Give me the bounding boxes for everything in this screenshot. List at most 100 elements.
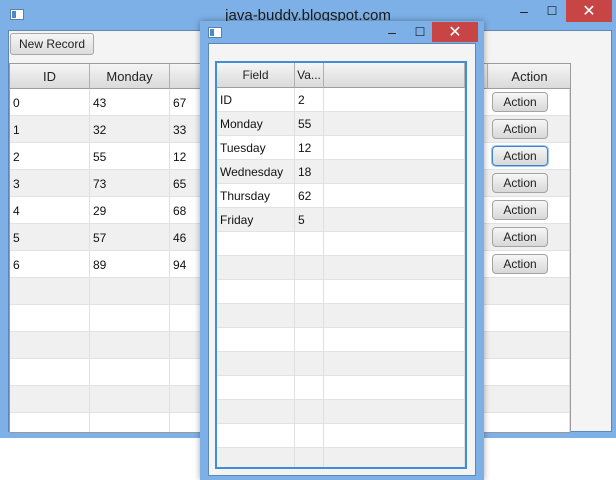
cell-monday[interactable]: 32	[90, 116, 170, 143]
cell-field[interactable]: Tuesday	[217, 136, 295, 160]
cell-id[interactable]	[10, 413, 90, 432]
new-record-button[interactable]: New Record	[10, 33, 94, 55]
action-button[interactable]: Action	[492, 200, 548, 220]
cell-monday[interactable]: 73	[90, 170, 170, 197]
cell-field[interactable]	[217, 304, 295, 328]
cell-value[interactable]	[295, 280, 324, 304]
table-row[interactable]	[217, 280, 465, 304]
table-row[interactable]	[217, 256, 465, 280]
action-button[interactable]: Action	[492, 173, 548, 193]
close-icon[interactable]: ✕	[566, 0, 612, 22]
cell-monday[interactable]	[90, 278, 170, 305]
cell-monday[interactable]	[90, 386, 170, 413]
cell-filler	[324, 424, 465, 448]
cell-field[interactable]	[217, 256, 295, 280]
cell-field[interactable]	[217, 448, 295, 467]
cell-value[interactable]: 12	[295, 136, 324, 160]
table-row[interactable]	[217, 328, 465, 352]
cell-field[interactable]: Thursday	[217, 184, 295, 208]
minimize-icon[interactable]: –	[510, 0, 538, 22]
cell-action	[488, 386, 570, 413]
action-button[interactable]: Action	[492, 254, 548, 274]
cell-field[interactable]: Friday	[217, 208, 295, 232]
cell-value[interactable]	[295, 328, 324, 352]
cell-id[interactable]: 6	[10, 251, 90, 278]
table-row[interactable]: Thursday 62	[217, 184, 465, 208]
cell-filler	[324, 304, 465, 328]
column-header-field[interactable]: Field	[217, 63, 295, 88]
cell-field[interactable]	[217, 328, 295, 352]
cell-field[interactable]	[217, 232, 295, 256]
table-row[interactable]	[217, 232, 465, 256]
cell-field[interactable]	[217, 424, 295, 448]
cell-field[interactable]: Monday	[217, 112, 295, 136]
cell-id[interactable]: 3	[10, 170, 90, 197]
cell-monday[interactable]: 29	[90, 197, 170, 224]
cell-value[interactable]	[295, 232, 324, 256]
close-icon[interactable]: ✕	[432, 22, 478, 42]
cell-field[interactable]	[217, 280, 295, 304]
column-header-action[interactable]: Action	[488, 64, 570, 89]
cell-id[interactable]: 2	[10, 143, 90, 170]
cell-monday[interactable]	[90, 359, 170, 386]
maximize-icon[interactable]: ☐	[406, 21, 434, 43]
cell-id[interactable]: 4	[10, 197, 90, 224]
cell-monday[interactable]: 55	[90, 143, 170, 170]
table-row[interactable]	[217, 424, 465, 448]
cell-id[interactable]: 0	[10, 89, 90, 116]
cell-value[interactable]: 62	[295, 184, 324, 208]
table-row[interactable]	[217, 352, 465, 376]
field-value-table[interactable]: Field Va... ID 2 Monday 55 Tuesday 12 Wednesda…	[215, 61, 467, 469]
dialog-title-bar[interactable]: – ☐ ✕	[200, 21, 484, 43]
cell-id[interactable]	[10, 359, 90, 386]
action-button[interactable]: Action	[492, 146, 548, 166]
cell-monday[interactable]: 57	[90, 224, 170, 251]
table-row[interactable]	[217, 376, 465, 400]
cell-id[interactable]	[10, 386, 90, 413]
cell-id[interactable]	[10, 305, 90, 332]
cell-value[interactable]	[295, 304, 324, 328]
cell-filler	[324, 448, 465, 467]
cell-field[interactable]: Wednesday	[217, 160, 295, 184]
maximize-icon[interactable]: ☐	[538, 0, 566, 22]
cell-field[interactable]	[217, 400, 295, 424]
cell-id[interactable]: 5	[10, 224, 90, 251]
table-row[interactable]: ID 2	[217, 88, 465, 112]
cell-value[interactable]: 2	[295, 88, 324, 112]
cell-monday[interactable]	[90, 413, 170, 432]
cell-value[interactable]	[295, 424, 324, 448]
cell-id[interactable]	[10, 278, 90, 305]
cell-id[interactable]	[10, 332, 90, 359]
cell-monday[interactable]	[90, 305, 170, 332]
cell-value[interactable]	[295, 376, 324, 400]
table-row[interactable]	[217, 400, 465, 424]
dialog-window-icon	[208, 27, 222, 38]
cell-value[interactable]	[295, 448, 324, 467]
action-button[interactable]: Action	[492, 92, 548, 112]
cell-monday[interactable]: 43	[90, 89, 170, 116]
minimize-icon[interactable]: –	[378, 21, 406, 43]
table-row[interactable]: Friday 5	[217, 208, 465, 232]
cell-monday[interactable]	[90, 332, 170, 359]
column-header-monday[interactable]: Monday	[90, 64, 170, 89]
cell-field[interactable]: ID	[217, 88, 295, 112]
cell-value[interactable]	[295, 256, 324, 280]
column-header-id[interactable]: ID	[10, 64, 90, 89]
action-button[interactable]: Action	[492, 227, 548, 247]
table-row[interactable]: Wednesday 18	[217, 160, 465, 184]
cell-value[interactable]	[295, 400, 324, 424]
cell-field[interactable]	[217, 376, 295, 400]
cell-value[interactable]: 18	[295, 160, 324, 184]
action-button[interactable]: Action	[492, 119, 548, 139]
table-row[interactable]	[217, 448, 465, 467]
cell-id[interactable]: 1	[10, 116, 90, 143]
cell-value[interactable]	[295, 352, 324, 376]
cell-value[interactable]: 5	[295, 208, 324, 232]
cell-field[interactable]	[217, 352, 295, 376]
table-row[interactable]	[217, 304, 465, 328]
column-header-value[interactable]: Va...	[295, 63, 324, 88]
cell-monday[interactable]: 89	[90, 251, 170, 278]
table-row[interactable]: Monday 55	[217, 112, 465, 136]
table-row[interactable]: Tuesday 12	[217, 136, 465, 160]
cell-value[interactable]: 55	[295, 112, 324, 136]
